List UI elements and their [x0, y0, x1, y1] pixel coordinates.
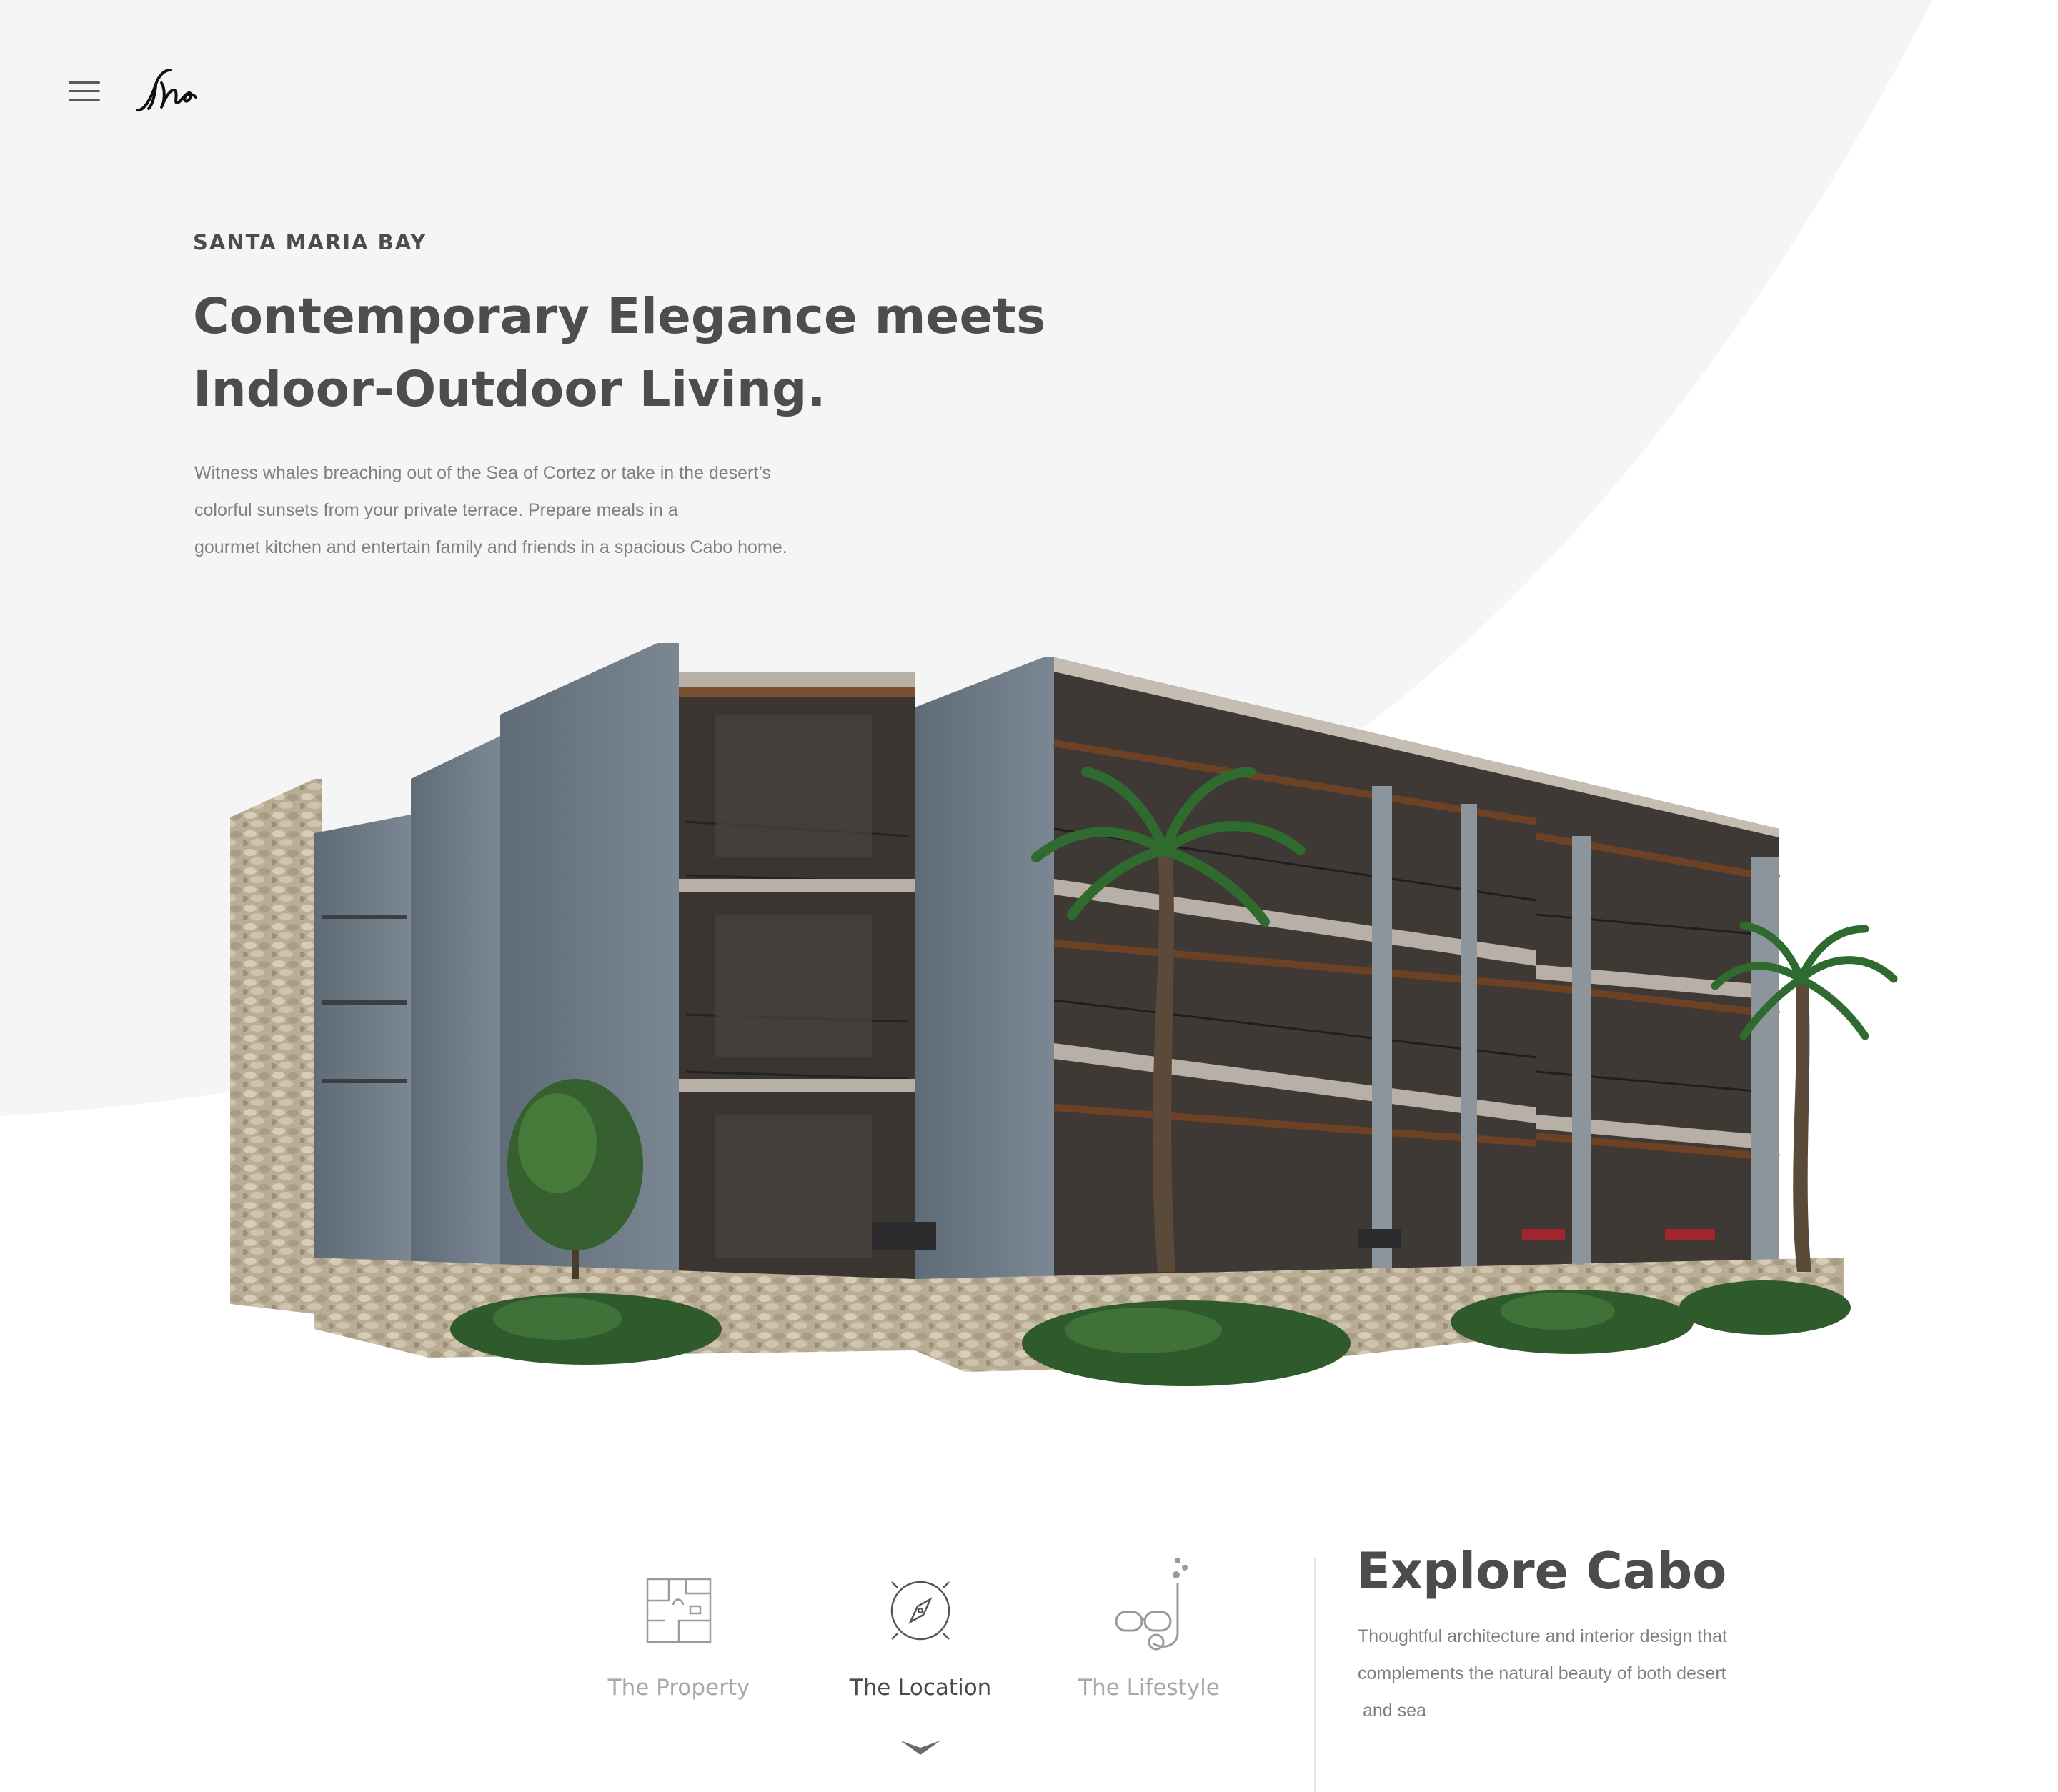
floor-plan-icon	[646, 1578, 712, 1643]
hero-description: Witness whales breaching out of the Sea …	[194, 454, 895, 566]
building-illustration	[230, 643, 1898, 1386]
location-eyebrow: SANTA MARIA BAY	[193, 230, 427, 254]
hero-description-line: Witness whales breaching out of the Sea …	[194, 463, 771, 483]
hamburger-menu-icon[interactable]	[69, 80, 100, 103]
hero-title: Contemporary Elegance meets Indoor-Outdo…	[193, 280, 1122, 426]
signature-logo-icon[interactable]	[133, 66, 197, 116]
explore-description-line: and sea	[1358, 1701, 1426, 1721]
compass-icon	[890, 1581, 950, 1641]
explore-title: Explore Cabo	[1356, 1542, 1727, 1601]
section-divider	[1314, 1558, 1316, 1792]
chevron-down-icon	[900, 1741, 940, 1755]
explore-description: Thoughtful architecture and interior des…	[1358, 1618, 1801, 1729]
nav-item-property[interactable]: The Property	[565, 1555, 793, 1755]
nav-item-location[interactable]: The Location	[806, 1555, 1035, 1755]
hero-title-line: Indoor-Outdoor Living.	[193, 361, 826, 418]
hero-description-line: colorful sunsets from your private terra…	[194, 500, 678, 520]
snorkel-icon	[1115, 1558, 1188, 1651]
nav-item-label: The Property	[607, 1675, 750, 1701]
nav-item-label: The Location	[849, 1675, 992, 1701]
hero-description-line: gourmet kitchen and entertain family and…	[194, 537, 787, 557]
nav-item-label: The Lifestyle	[1078, 1675, 1220, 1701]
nav-item-lifestyle[interactable]: The Lifestyle	[1035, 1555, 1263, 1755]
explore-description-line: Thoughtful architecture and interior des…	[1358, 1626, 1727, 1646]
hero-title-line: Contemporary Elegance meets	[193, 288, 1046, 345]
explore-description-line: complements the natural beauty of both d…	[1358, 1663, 1726, 1683]
